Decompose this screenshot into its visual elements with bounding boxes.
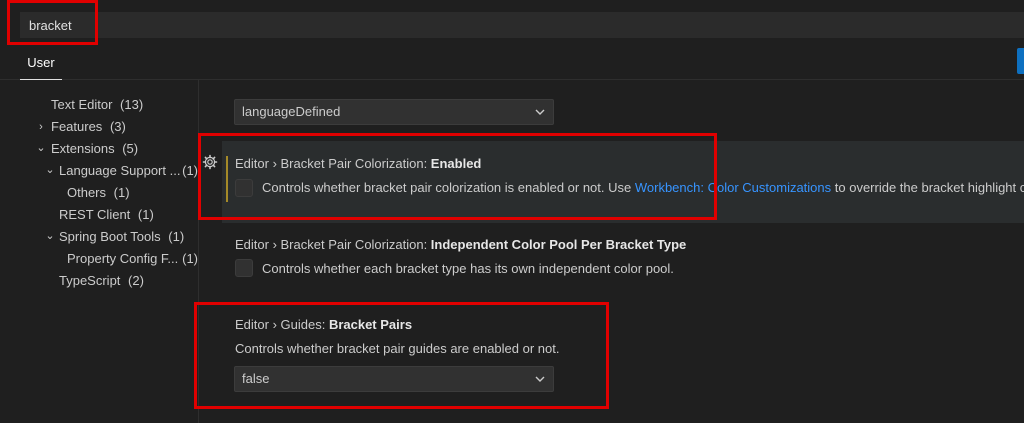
toc-item-count: (1)	[168, 229, 185, 244]
highlight-box-search	[7, 0, 98, 45]
backup-sync-button[interactable]	[1017, 48, 1024, 74]
toc-item-label: TypeScript	[59, 273, 121, 288]
chevron-down-icon[interactable]: ⌄	[34, 137, 48, 159]
toc-item-extensions[interactable]: Extensions (5)	[51, 138, 197, 160]
chevron-down-icon[interactable]: ⌄	[43, 159, 57, 181]
setting-name: Independent Color Pool Per Bracket Type	[430, 237, 687, 252]
setting-title: Editor › Bracket Pair Colorization: Inde…	[235, 237, 686, 252]
chevron-down-icon[interactable]: ⌄	[43, 225, 57, 247]
toc-item-count: (2)	[128, 273, 144, 288]
toc-item-count: (1)	[137, 207, 154, 222]
setting-category: Editor › Bracket Pair Colorization:	[235, 237, 431, 252]
chevron-down-icon	[535, 109, 545, 115]
toc-item-property-config[interactable]: Property Config F... (1)	[67, 248, 198, 270]
settings-header	[0, 0, 1024, 48]
toc-item-label: Features	[51, 119, 103, 134]
toc-item-label: Extensions	[51, 141, 115, 156]
highlight-box-guides	[194, 302, 609, 409]
toc-item-spring-boot-tools[interactable]: Spring Boot Tools (1)	[59, 226, 197, 248]
toc-item-count: (1)	[182, 163, 198, 178]
toc-item-count: (1)	[113, 185, 130, 200]
toc-item-features[interactable]: Features (3)	[51, 116, 197, 138]
toc-item-text-editor[interactable]: Text Editor (13)	[51, 94, 197, 116]
toc-item-label: Others	[67, 185, 107, 200]
dropdown-value: languageDefined	[242, 104, 341, 119]
settings-search-box[interactable]	[20, 12, 1024, 39]
toc-item-label: Text Editor	[51, 97, 113, 112]
toc-item-label: Spring Boot Tools	[59, 229, 161, 244]
previous-setting-dropdown[interactable]: languageDefined	[234, 99, 554, 125]
settings-scope-tabs: User	[0, 48, 1024, 80]
toc-item-rest-client[interactable]: REST Client (1)	[59, 204, 197, 226]
toc-item-others[interactable]: Others (1)	[67, 182, 197, 204]
toc-item-label: Language Support ...	[59, 163, 181, 178]
highlight-box-colorization	[198, 133, 717, 220]
toc-item-count: (1)	[182, 251, 198, 266]
toc-item-count: (5)	[122, 141, 139, 156]
toc-item-label: REST Client	[59, 207, 131, 222]
description-text: to override the bracket highlight c	[831, 180, 1024, 195]
independent-color-pool-checkbox[interactable]	[235, 259, 253, 277]
toc-item-label: Property Config F...	[67, 251, 179, 266]
toc-item-language-support[interactable]: Language Support ... (1)	[59, 160, 198, 182]
toc-item-count: (3)	[109, 119, 126, 134]
toc-item-count: (13)	[120, 97, 144, 112]
setting-description: Controls whether each bracket type has i…	[262, 261, 674, 276]
tab-user[interactable]: User	[20, 48, 62, 80]
toc-item-typescript[interactable]: TypeScript (2)	[59, 270, 197, 292]
chevron-right-icon[interactable]: ›	[34, 116, 48, 138]
